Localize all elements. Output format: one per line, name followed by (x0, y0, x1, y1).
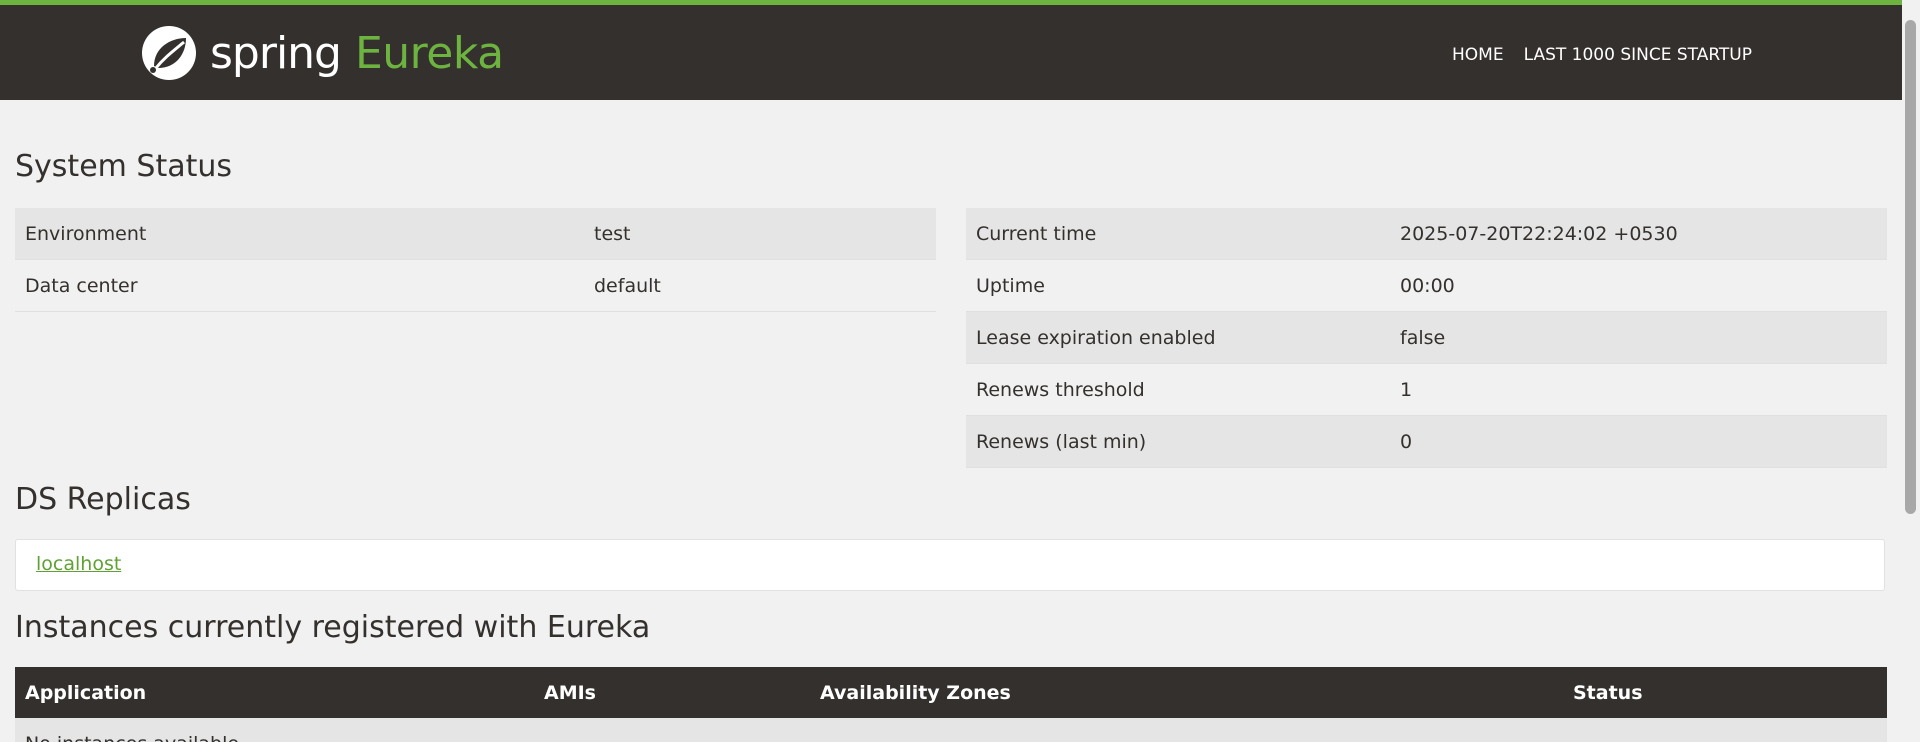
brand[interactable]: spring Eureka (140, 23, 504, 83)
page: spring Eureka HOME LAST 1000 SINCE START… (0, 0, 1902, 742)
status-value: default (584, 259, 936, 312)
table-row: Uptime 00:00 (966, 259, 1887, 312)
table-header-row: Application AMIs Availability Zones Stat… (15, 667, 1887, 718)
instances-table: Application AMIs Availability Zones Stat… (15, 667, 1887, 742)
status-value: false (1390, 311, 1887, 364)
brand-eureka-text: Eureka (354, 27, 504, 79)
status-value: 0 (1390, 415, 1887, 468)
system-status-right-table: Current time 2025-07-20T22:24:02 +0530 U… (966, 208, 1887, 468)
status-value: test (584, 208, 936, 260)
instances-heading: Instances currently registered with Eure… (15, 610, 651, 645)
vertical-scrollbar[interactable] (1902, 0, 1920, 742)
scrollbar-thumb[interactable] (1905, 20, 1916, 514)
status-key: Renews threshold (966, 363, 1390, 416)
status-key: Environment (15, 208, 584, 260)
system-status-left-table: Environment test Data center default (15, 208, 936, 312)
nav-last-1000-link[interactable]: LAST 1000 SINCE STARTUP (1524, 45, 1752, 65)
column-header-amis: AMIs (534, 667, 810, 718)
table-row: Current time 2025-07-20T22:24:02 +0530 (966, 208, 1887, 260)
navbar: spring Eureka HOME LAST 1000 SINCE START… (0, 0, 1902, 100)
ds-replicas-heading: DS Replicas (15, 482, 191, 517)
spring-leaf-icon (142, 26, 196, 80)
table-row: No instances available (15, 718, 1887, 742)
status-value: 2025-07-20T22:24:02 +0530 (1390, 208, 1887, 260)
ds-replicas-panel: localhost (15, 539, 1885, 591)
status-value: 00:00 (1390, 259, 1887, 312)
replica-localhost-link[interactable]: localhost (36, 553, 121, 575)
nav-home-link[interactable]: HOME (1452, 45, 1504, 65)
nav-menu: HOME LAST 1000 SINCE STARTUP (1452, 45, 1752, 65)
column-header-status: Status (1563, 667, 1887, 718)
status-key: Lease expiration enabled (966, 311, 1390, 364)
column-header-application: Application (15, 667, 534, 718)
status-key: Renews (last min) (966, 415, 1390, 468)
table-row: Lease expiration enabled false (966, 311, 1887, 364)
column-header-availability-zones: Availability Zones (810, 667, 1563, 718)
table-row: Renews threshold 1 (966, 363, 1887, 416)
table-row: Renews (last min) 0 (966, 415, 1887, 468)
no-instances-text: No instances available (15, 718, 1887, 742)
system-status-heading: System Status (15, 149, 233, 184)
table-row: Environment test (15, 208, 936, 260)
status-value: 1 (1390, 363, 1887, 416)
table-row: Data center default (15, 259, 936, 312)
brand-spring-text: spring (210, 27, 342, 79)
status-key: Data center (15, 259, 584, 312)
status-key: Current time (966, 208, 1390, 260)
status-key: Uptime (966, 259, 1390, 312)
